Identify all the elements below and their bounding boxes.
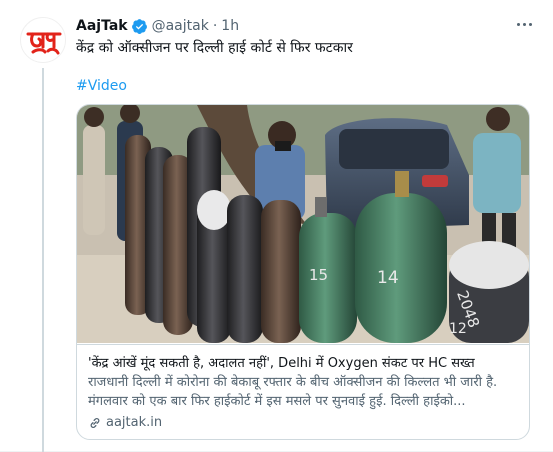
thread-line: [42, 68, 44, 452]
card-title: 'केंद्र आंखें मूंद सकती है, अदालत नहीं',…: [88, 356, 475, 371]
cylinder-label: 12: [449, 321, 467, 337]
verified-badge-icon: [131, 18, 147, 34]
link-card[interactable]: 15 14 2048 12 'केंद्र आंखें मूंद सकती है…: [76, 104, 530, 440]
card-body[interactable]: 'केंद्र आंखें मूंद सकती है, अदालत नहीं',…: [77, 344, 529, 439]
tweet-timestamp[interactable]: 1h: [221, 18, 239, 34]
tweet[interactable]: AajTak @aajtak · 1h केंद्र को ऑक्सीजन पर…: [0, 0, 553, 452]
avatar[interactable]: [20, 17, 66, 63]
author-name[interactable]: AajTak: [76, 18, 128, 34]
photo-oxygen-cylinders-icon: 15 14 2048 12: [77, 105, 529, 343]
link-icon: [90, 418, 100, 428]
separator-dot: ·: [212, 18, 218, 34]
more-options-icon[interactable]: [512, 14, 536, 34]
card-domain-text: aajtak.in: [106, 415, 163, 430]
card-domain: aajtak.in: [88, 414, 518, 432]
cylinder-label: 15: [309, 266, 328, 284]
tweet-header: AajTak @aajtak · 1h: [76, 16, 239, 36]
card-image[interactable]: 15 14 2048 12: [77, 105, 529, 343]
card-description: राजधानी दिल्ली में कोरोना की बेकाबू रफ्त…: [88, 375, 498, 409]
author-handle[interactable]: @aajtak: [152, 18, 209, 34]
tweet-text: केंद्र को ऑक्सीजन पर दिल्ली हाई कोर्ट से…: [76, 40, 353, 56]
hashtag-link[interactable]: #Video: [76, 76, 127, 96]
aajtak-logo-icon: [21, 18, 65, 62]
cylinder-label: 14: [377, 268, 399, 288]
